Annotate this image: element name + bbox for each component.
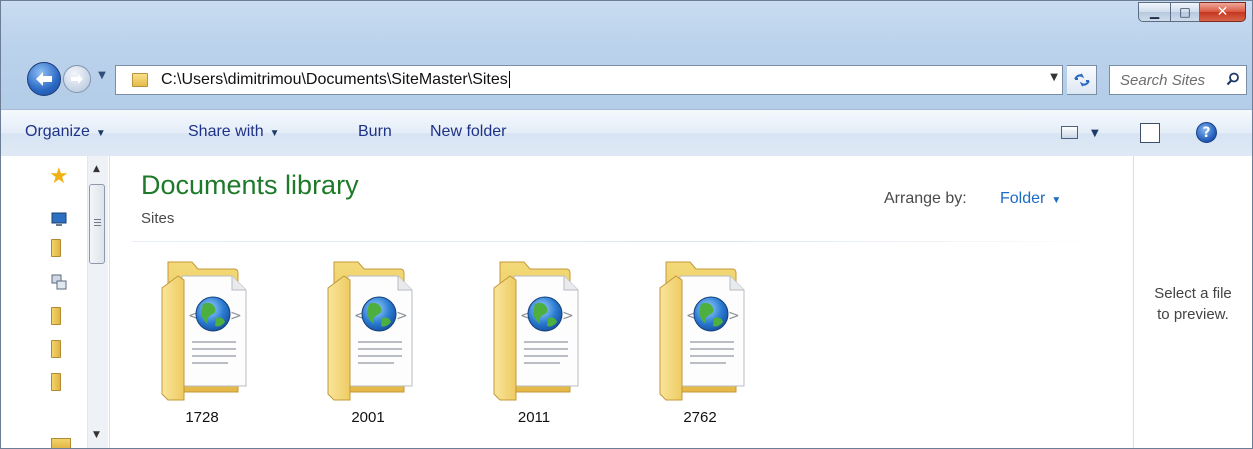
- chevron-down-icon: ▼: [269, 128, 280, 139]
- header-separator: [132, 241, 1112, 242]
- content-area: ★ ▲ ▼ Documents library Sites Arrange by…: [1, 156, 1252, 448]
- web-folder-icon: < >: [327, 261, 413, 401]
- folder-icon: [132, 73, 148, 87]
- folder-item-2011[interactable]: < > 2011: [474, 254, 594, 434]
- address-dropdown-icon[interactable]: ▼: [1050, 72, 1058, 83]
- view-options-dropdown[interactable]: ▼: [1091, 128, 1099, 139]
- recent-pages-dropdown[interactable]: ▼: [96, 70, 108, 86]
- close-button[interactable]: ✕: [1200, 2, 1246, 22]
- folder-item-1728[interactable]: < > 1728: [142, 254, 262, 434]
- search-box[interactable]: Search Sites: [1109, 65, 1247, 95]
- chevron-down-icon: ▼: [95, 128, 106, 139]
- svg-text:>: >: [728, 308, 740, 324]
- desktop-icon[interactable]: [51, 211, 67, 227]
- burn-button[interactable]: Burn: [358, 123, 392, 141]
- address-row: ▼ C:\Users\dimitrimou\Documents\SiteMast…: [23, 55, 1247, 103]
- folder-name: 2001: [351, 409, 385, 426]
- svg-text:>: >: [230, 308, 242, 324]
- folder-icon[interactable]: [51, 239, 61, 257]
- folder-item-2001[interactable]: < > 2001: [308, 254, 428, 434]
- preview-pane: Select a file to preview.: [1133, 156, 1252, 448]
- scroll-down-arrow[interactable]: ▼: [93, 430, 100, 440]
- arrow-left-icon: [36, 72, 52, 86]
- refresh-button[interactable]: [1067, 65, 1097, 95]
- folder-name: 2762: [683, 409, 717, 426]
- preview-pane-icon[interactable]: [1140, 123, 1160, 143]
- navigation-pane: ★ ▲ ▼: [1, 156, 110, 448]
- maximize-button[interactable]: □: [1171, 2, 1200, 22]
- arrow-right-icon: [71, 74, 83, 84]
- help-icon[interactable]: ?: [1196, 122, 1217, 143]
- share-with-menu[interactable]: Share with ▼: [188, 123, 280, 141]
- minimize-button[interactable]: ▁: [1138, 2, 1171, 22]
- folder-name: 2011: [517, 409, 551, 426]
- scroll-thumb[interactable]: [89, 184, 105, 264]
- web-folder-icon: < >: [161, 261, 247, 401]
- address-bar[interactable]: C:\Users\dimitrimou\Documents\SiteMaster…: [115, 65, 1063, 95]
- refresh-icon: [1073, 73, 1090, 87]
- web-folder-icon: < >: [659, 261, 745, 401]
- web-folder-icon: < >: [493, 261, 579, 401]
- library-title: Documents library: [141, 170, 359, 200]
- explorer-window: ▁ □ ✕ ▼ C:\Users\dimitrimou\Documents\Si…: [0, 0, 1253, 449]
- folder-icon[interactable]: [51, 307, 61, 325]
- back-button[interactable]: [27, 62, 61, 96]
- folder-icon[interactable]: [51, 373, 61, 391]
- folder-icon[interactable]: [51, 438, 71, 448]
- new-folder-button[interactable]: New folder: [430, 123, 506, 141]
- arrange-by-label: Arrange by:: [884, 190, 967, 207]
- network-computer-icon[interactable]: [51, 274, 67, 290]
- search-icon[interactable]: [1226, 72, 1240, 86]
- nav-pane-scrollbar[interactable]: ▲ ▼: [87, 156, 108, 448]
- scroll-up-arrow[interactable]: ▲: [93, 164, 100, 174]
- favorites-star-icon[interactable]: ★: [49, 166, 69, 188]
- command-bar: Organize ▼ Share with ▼ Burn New folder ▼ …: [1, 109, 1252, 157]
- svg-text:>: >: [562, 308, 574, 324]
- svg-text:>: >: [396, 308, 408, 324]
- arrange-by-dropdown[interactable]: Folder ▼: [1000, 190, 1061, 208]
- preview-message: Select a file to preview.: [1154, 285, 1232, 323]
- folder-name: 1728: [185, 409, 219, 426]
- chevron-down-icon: ▼: [1051, 195, 1062, 206]
- organize-menu[interactable]: Organize ▼: [25, 123, 106, 141]
- folder-icon[interactable]: [51, 340, 61, 358]
- change-view-icon[interactable]: [1061, 126, 1078, 139]
- file-list-pane: Documents library Sites Arrange by: Fold…: [110, 156, 1133, 448]
- search-input[interactable]: Search Sites: [1120, 72, 1205, 89]
- folder-item-2762[interactable]: < > 2762: [640, 254, 760, 434]
- forward-button[interactable]: [63, 65, 91, 93]
- library-subtitle: Sites: [141, 210, 175, 227]
- caption-buttons: ▁ □ ✕: [1138, 2, 1246, 22]
- address-path[interactable]: C:\Users\dimitrimou\Documents\SiteMaster…: [161, 71, 510, 89]
